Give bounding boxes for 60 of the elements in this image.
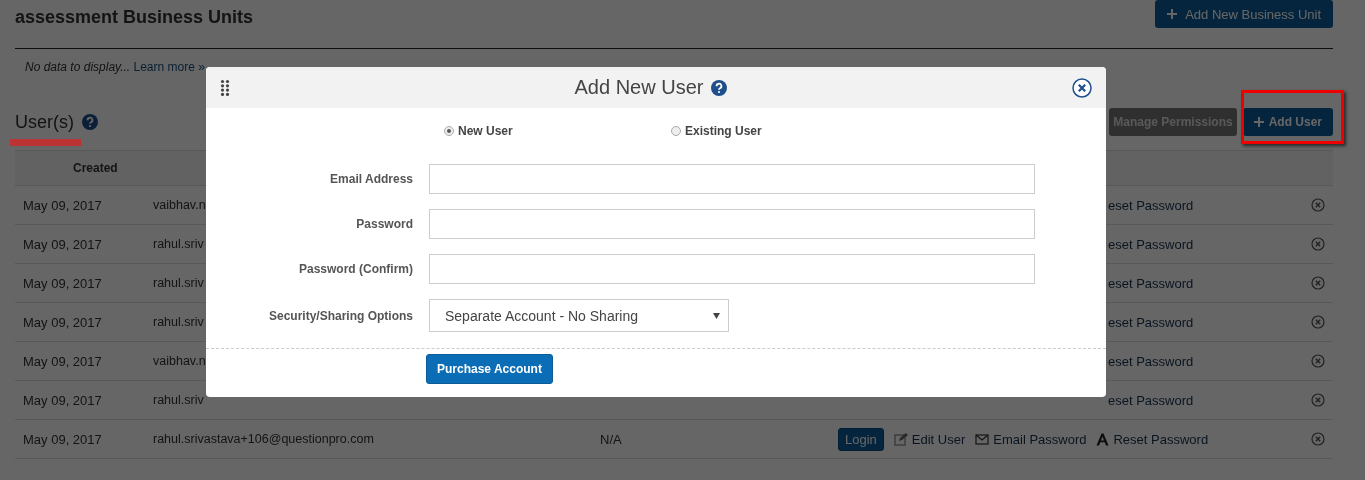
- reset-password-link[interactable]: eset Password: [1108, 275, 1194, 291]
- field-label: Password: [355, 217, 413, 231]
- date-cell-text: May 09, 2017: [22, 236, 102, 252]
- font-icon: [1096, 432, 1110, 446]
- reset-password-link[interactable]: eset Password: [1108, 314, 1194, 330]
- learn-more-link[interactable]: Learn more »: [133, 60, 205, 74]
- delete-icon[interactable]: [1311, 198, 1325, 212]
- page-title: assessment Business Units: [15, 7, 254, 28]
- reset-password-link[interactable]: eset Password: [1108, 197, 1194, 213]
- field-label: Password (Confirm): [298, 262, 413, 276]
- column-header: Created: [72, 161, 118, 175]
- reset-password-link[interactable]: eset Password: [1108, 353, 1194, 369]
- date-cell-text: May 09, 2017: [22, 314, 102, 330]
- date-cell-text: May 09, 2017: [22, 197, 102, 213]
- email-cell: rahul.srivastava+106@questionpro.com: [153, 432, 374, 446]
- close-icon[interactable]: [1072, 77, 1092, 98]
- input-field[interactable]: [429, 209, 1035, 239]
- section-title: User(s): [15, 111, 74, 133]
- delete-icon[interactable]: [1311, 432, 1325, 446]
- add-business-unit-button[interactable]: Add New Business Unit: [1155, 0, 1333, 28]
- field-label: Email Address: [329, 172, 413, 186]
- delete-icon[interactable]: [1311, 315, 1325, 329]
- login-button[interactable]: Login: [838, 427, 884, 451]
- email-cell: vaibhav.n: [153, 198, 206, 212]
- date-cell-text: May 09, 2017: [22, 275, 102, 291]
- reset-password-link[interactable]: eset Password: [1108, 392, 1194, 408]
- reset-password-link[interactable]: eset Password: [1108, 236, 1194, 252]
- input-field[interactable]: [429, 164, 1035, 194]
- select-field[interactable]: Separate Account - No Sharing: [429, 299, 729, 332]
- input-field[interactable]: [429, 254, 1035, 284]
- radio-option[interactable]: New User: [444, 124, 513, 138]
- dialog-title: Add New User: [574, 76, 704, 99]
- caret-icon: [713, 312, 720, 319]
- delete-icon[interactable]: [1311, 354, 1325, 368]
- action-link[interactable]: Edit User: [893, 431, 966, 447]
- action-link[interactable]: Email Password: [975, 431, 1087, 447]
- add-user-button[interactable]: Add User: [1242, 108, 1333, 136]
- underline-mark: [10, 139, 81, 146]
- status-cell-text: N/A: [599, 431, 622, 447]
- delete-icon[interactable]: [1311, 393, 1325, 407]
- radio-option[interactable]: Existing User: [671, 124, 762, 138]
- delete-icon[interactable]: [1311, 276, 1325, 290]
- plus-icon: [1253, 117, 1264, 127]
- date-cell-text: May 09, 2017: [22, 353, 102, 369]
- email-cell: rahul.sriv: [153, 393, 204, 407]
- help-icon[interactable]: [711, 79, 728, 96]
- email-cell: rahul.sriv: [153, 276, 204, 290]
- action-link[interactable]: Reset Password: [1096, 431, 1209, 447]
- plus-icon: [1167, 9, 1178, 19]
- date-cell-text: May 09, 2017: [22, 431, 102, 447]
- email-cell: vaibhav.n: [153, 354, 206, 368]
- email-cell: rahul.sriv: [153, 315, 204, 329]
- purchase-account-button[interactable]: Purchase Account: [426, 354, 553, 384]
- delete-icon[interactable]: [1311, 237, 1325, 251]
- date-cell-text: May 09, 2017: [22, 392, 102, 408]
- email-cell: rahul.sriv: [153, 237, 204, 251]
- edit-icon: [893, 432, 908, 446]
- drag-handle-icon[interactable]: [220, 78, 230, 97]
- envelope-icon: [975, 433, 990, 445]
- field-label: Security/Sharing Options: [267, 308, 413, 323]
